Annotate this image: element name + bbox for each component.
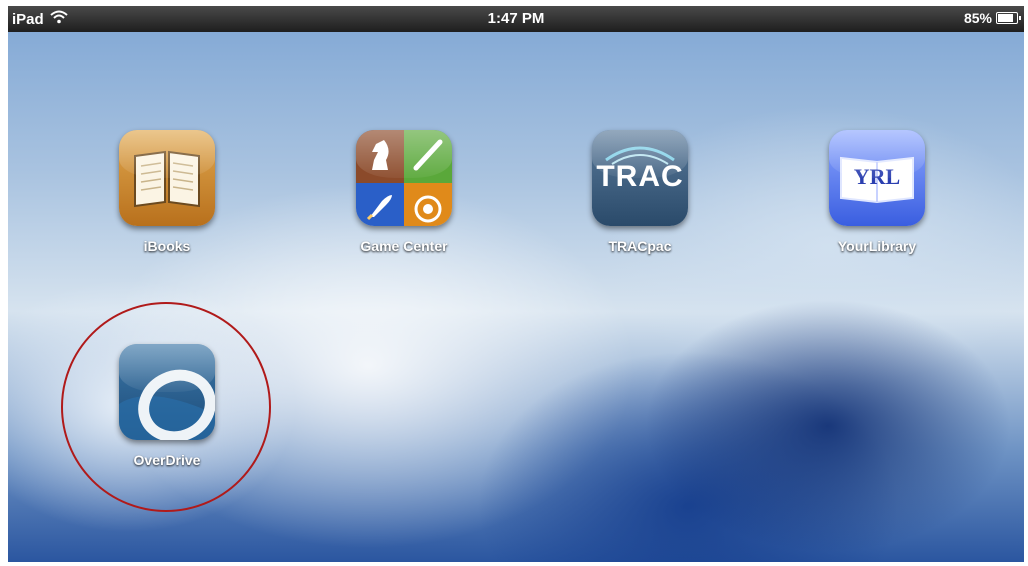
app-label: YourLibrary	[837, 238, 917, 254]
tracpac-icon[interactable]: TRAC	[592, 130, 688, 226]
app-label: iBooks	[143, 238, 191, 254]
clock: 1:47 PM	[487, 10, 545, 27]
yourlibrary-icon-text: YRL	[853, 164, 901, 189]
baseball-bat-icon	[404, 130, 452, 183]
status-right: 85%	[963, 10, 1021, 26]
app-label: Game Center	[360, 238, 448, 254]
app-label: TRACpac	[608, 238, 672, 254]
battery-percent: 85%	[963, 10, 992, 26]
highlight-circle	[61, 302, 271, 512]
game-center-icon[interactable]	[356, 130, 452, 226]
home-screen: iPad 1:47 PM 85% iBooks Game Center TRAC…	[8, 6, 1024, 562]
chess-knight-icon	[356, 130, 404, 183]
rocket-icon	[356, 183, 404, 226]
app-ibooks[interactable]: iBooks	[97, 130, 237, 254]
yourlibrary-icon[interactable]: YRL	[829, 130, 925, 226]
status-bar: iPad 1:47 PM 85%	[8, 6, 1024, 32]
battery-icon	[996, 12, 1021, 24]
app-yourlibrary[interactable]: YRL YourLibrary	[807, 130, 947, 254]
app-tracpac[interactable]: TRAC TRACpac	[570, 130, 710, 254]
tracpac-icon-text: TRAC	[596, 160, 684, 193]
target-icon	[404, 183, 452, 226]
app-game-center[interactable]: Game Center	[334, 130, 474, 254]
ibooks-icon[interactable]	[119, 130, 215, 226]
